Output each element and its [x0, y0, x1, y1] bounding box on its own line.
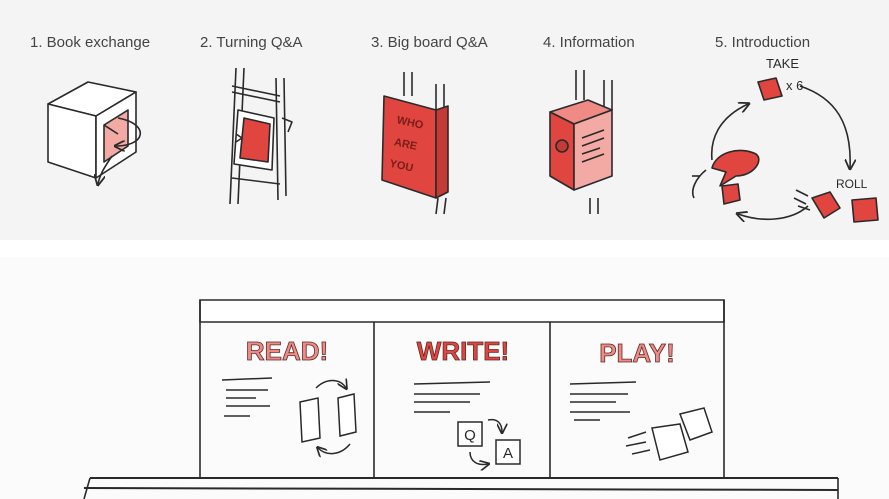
- play-panel-lines: [569, 381, 637, 421]
- book-exchange-sketch: [47, 81, 142, 184]
- introduction-sketch: [691, 77, 879, 223]
- count-label: x 6: [786, 78, 803, 93]
- read-book-swap-sketch: [299, 381, 357, 454]
- panel-title-read: READ!: [246, 336, 328, 366]
- card-q: Q: [464, 427, 476, 444]
- write-panel-lines: [413, 381, 491, 413]
- roll-label: ROLL: [836, 177, 868, 191]
- panel-title-play: PLAY!: [599, 338, 675, 368]
- card-a: A: [503, 445, 513, 462]
- information-sketch: [549, 70, 613, 214]
- take-label: TAKE: [766, 56, 799, 71]
- read-panel-lines: [221, 377, 273, 417]
- sketch-canvas: WHO ARE YOU TAKE x 6 ROLL READ! WRITE! P…: [47, 56, 879, 499]
- play-dice-sketch: [625, 407, 713, 461]
- turning-qa-sketch: [229, 67, 293, 205]
- panel-title-write: WRITE!: [417, 336, 509, 366]
- booth-structure: [83, 299, 839, 499]
